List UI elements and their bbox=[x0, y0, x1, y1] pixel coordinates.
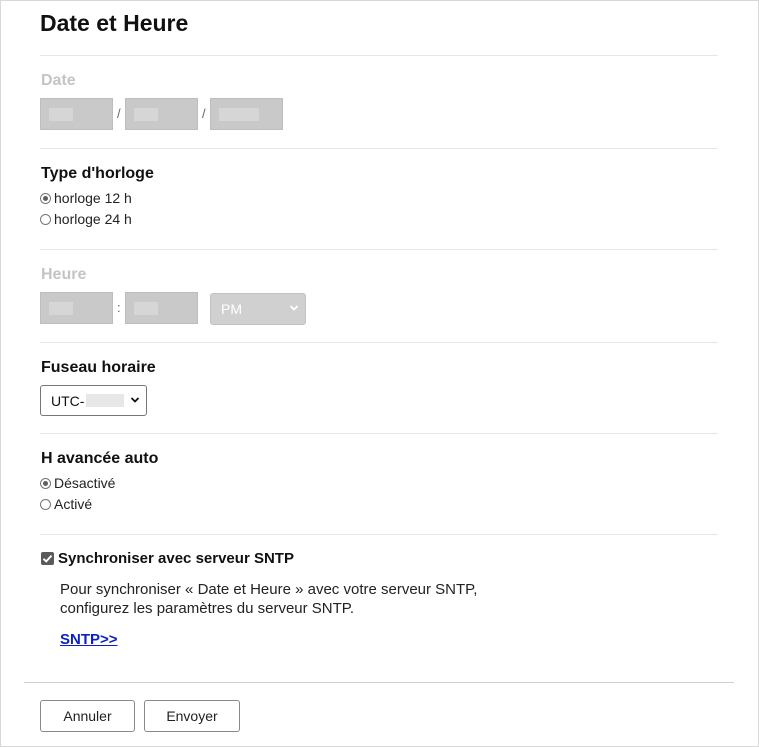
radio-checked-icon[interactable] bbox=[40, 192, 51, 204]
sntp-link[interactable]: SNTP>> bbox=[60, 631, 118, 648]
chevron-down-icon bbox=[289, 305, 299, 311]
dst-label: H avancée auto bbox=[41, 450, 159, 467]
divider bbox=[40, 433, 718, 434]
redacted-value bbox=[134, 302, 158, 315]
radio-checked-icon[interactable] bbox=[40, 477, 51, 489]
date-day-input[interactable] bbox=[125, 98, 198, 130]
radio-label: horloge 12 h bbox=[54, 190, 132, 206]
ampm-value: PM bbox=[221, 301, 242, 317]
radio-label: Désactivé bbox=[54, 475, 116, 491]
sntp-description-line: Pour synchroniser « Date et Heure » avec… bbox=[60, 581, 478, 598]
date-separator: / bbox=[117, 106, 121, 121]
date-label: Date bbox=[41, 72, 76, 89]
footer-divider bbox=[24, 682, 734, 683]
clock-type-label: Type d'horloge bbox=[41, 165, 154, 182]
redacted-value bbox=[49, 302, 73, 315]
sntp-description-line: configurez les paramètres du serveur SNT… bbox=[60, 600, 355, 617]
time-separator: : bbox=[117, 300, 121, 315]
timezone-label: Fuseau horaire bbox=[41, 359, 156, 376]
radio-clock-12h[interactable]: horloge 12 h bbox=[40, 189, 132, 207]
checkmark-icon bbox=[42, 554, 53, 563]
radio-label: horloge 24 h bbox=[54, 211, 132, 227]
redacted-value bbox=[49, 108, 73, 121]
divider bbox=[40, 249, 718, 250]
divider bbox=[40, 55, 718, 56]
ampm-select[interactable]: PM bbox=[210, 293, 306, 325]
divider bbox=[40, 342, 718, 343]
sntp-description: Pour synchroniser « Date et Heure » avec… bbox=[60, 580, 477, 618]
redacted-value bbox=[86, 394, 125, 407]
page-title: Date et Heure bbox=[40, 10, 189, 36]
chevron-down-icon bbox=[130, 397, 140, 403]
redacted-value bbox=[134, 108, 158, 121]
radio-unchecked-icon[interactable] bbox=[40, 498, 51, 510]
radio-unchecked-icon[interactable] bbox=[40, 213, 51, 225]
divider bbox=[40, 534, 718, 535]
date-year-input[interactable] bbox=[210, 98, 283, 130]
date-month-input[interactable] bbox=[40, 98, 113, 130]
time-hour-input[interactable] bbox=[40, 292, 113, 324]
time-minute-input[interactable] bbox=[125, 292, 198, 324]
sntp-checkbox[interactable] bbox=[41, 552, 54, 565]
radio-label: Activé bbox=[54, 496, 93, 512]
sntp-checkbox-label[interactable]: Synchroniser avec serveur SNTP bbox=[58, 550, 294, 567]
redacted-value bbox=[219, 108, 259, 121]
radio-clock-24h[interactable]: horloge 24 h bbox=[40, 210, 132, 228]
timezone-select[interactable]: UTC- bbox=[40, 385, 147, 416]
date-separator: / bbox=[202, 106, 206, 121]
radio-dst-off[interactable]: Désactivé bbox=[40, 474, 115, 492]
time-label: Heure bbox=[41, 266, 87, 283]
submit-button[interactable]: Envoyer bbox=[144, 700, 240, 732]
cancel-button[interactable]: Annuler bbox=[40, 700, 135, 732]
divider bbox=[40, 148, 718, 149]
radio-dst-on[interactable]: Activé bbox=[40, 495, 92, 513]
timezone-value: UTC- bbox=[51, 392, 85, 409]
